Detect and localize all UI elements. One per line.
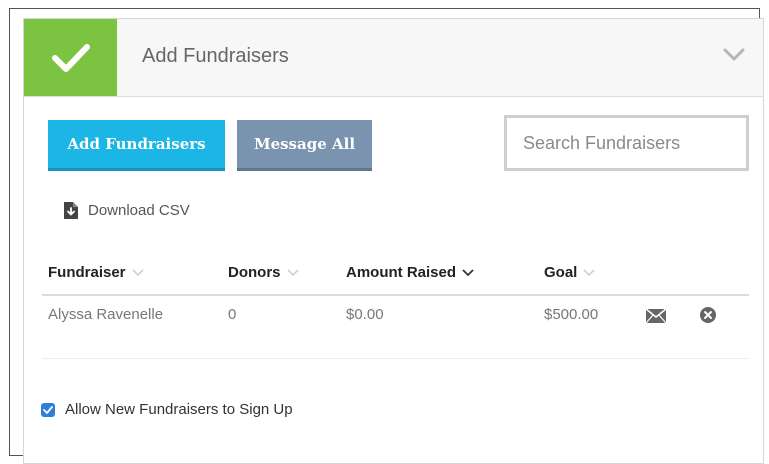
sort-chevron-icon [583,268,595,276]
chevron-down-icon[interactable] [723,47,745,63]
download-csv-label: Download CSV [88,202,190,219]
panel-header[interactable]: Add Fundraisers [24,19,763,97]
table-row-divider [42,358,749,359]
panel-title: Add Fundraisers [142,45,289,67]
check-icon [51,43,90,72]
sort-chevron-icon [131,268,144,276]
cell-fundraiser: Alyssa Ravenelle [48,306,164,323]
sort-chevron-icon [286,268,299,276]
checkmark-icon [43,405,53,414]
complete-status [24,19,117,96]
fundraisers-panel: Add Fundraisers Add Fundraisers Message … [23,18,764,464]
download-file-icon [64,202,78,219]
add-fundraisers-button[interactable]: Add Fundraisers [48,120,225,171]
column-header-donors[interactable]: Donors [228,264,299,281]
search-fundraisers-input[interactable] [504,115,749,171]
cell-goal: $500.00 [544,306,599,323]
sort-chevron-active-icon [462,268,474,276]
cell-amount-raised: $0.00 [346,306,384,323]
column-header-fundraiser[interactable]: Fundraiser [48,264,144,281]
close-circle-icon[interactable] [699,306,717,324]
download-csv-link[interactable]: Download CSV [64,202,190,219]
column-header-amount-raised[interactable]: Amount Raised [346,264,474,281]
allow-signup-label: Allow New Fundraisers to Sign Up [65,401,293,418]
table-header-divider [42,294,749,296]
allow-signup-checkbox[interactable] [41,402,55,417]
envelope-icon[interactable] [646,308,666,324]
message-all-button[interactable]: Message All [237,120,372,171]
allow-signup-option[interactable]: Allow New Fundraisers to Sign Up [41,401,293,418]
column-header-goal[interactable]: Goal [544,264,595,281]
cell-donors: 0 [228,306,237,323]
